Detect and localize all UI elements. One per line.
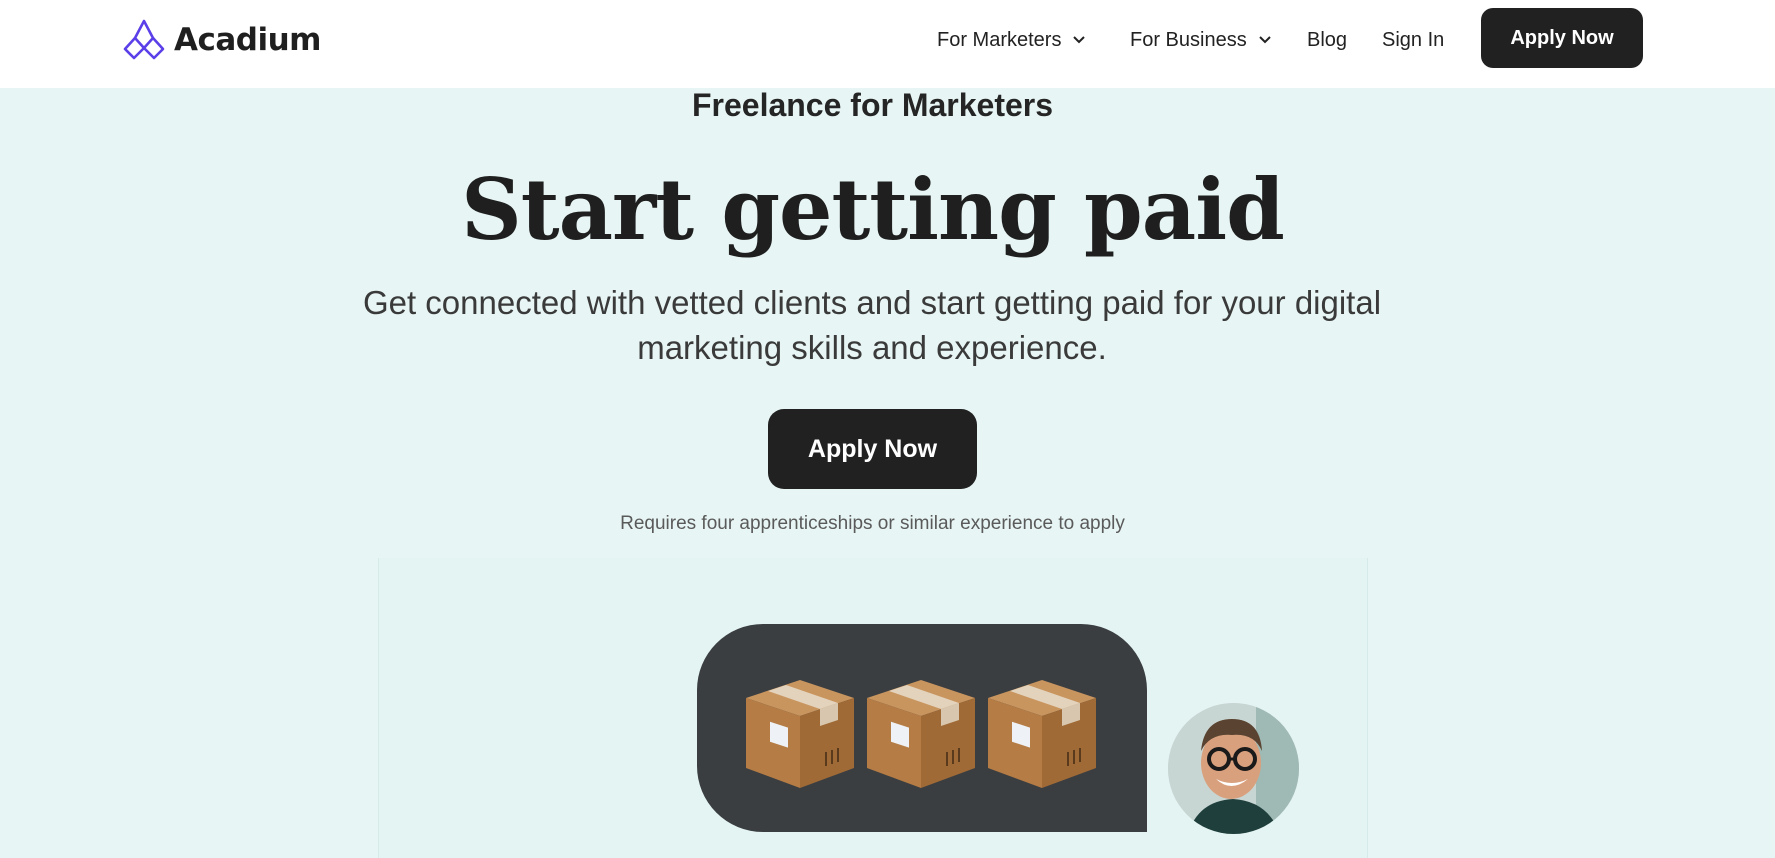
hero-subheadline-line2: marketing skills and experience. xyxy=(637,329,1107,366)
sign-in-link[interactable]: Sign In xyxy=(1382,22,1444,58)
nav-for-business-label: For Business xyxy=(1130,28,1247,51)
hero-headline: Start getting paid xyxy=(461,160,1285,259)
apply-requirement-note: Requires four apprenticeships or similar… xyxy=(620,513,1125,534)
package-icon xyxy=(988,680,1096,788)
hero-subheadline-line1: Get connected with vetted clients and st… xyxy=(362,284,1382,321)
nav-for-business[interactable]: For Business xyxy=(1130,22,1271,58)
hero-eyebrow: Freelance for Marketers xyxy=(691,87,1054,123)
acadium-logo-icon xyxy=(123,19,165,60)
acadium-logo[interactable]: Acadium xyxy=(122,18,321,62)
chevron-down-icon xyxy=(1259,36,1271,44)
hero-subheadline: Get connected with vetted clients and st… xyxy=(290,280,1454,370)
brand-name: Acadium xyxy=(174,22,321,58)
nav-blog-link[interactable]: Blog xyxy=(1307,22,1347,58)
person-photo xyxy=(1168,703,1299,834)
apply-now-hero-button[interactable]: Apply Now xyxy=(768,409,977,489)
nav-for-marketers[interactable]: For Marketers xyxy=(937,22,1086,58)
nav-for-marketers-label: For Marketers xyxy=(937,28,1062,51)
top-navigation: Acadium For Marketers For Business Blog … xyxy=(0,0,1775,88)
apply-now-header-button[interactable]: Apply Now xyxy=(1481,8,1643,68)
package-icon xyxy=(746,680,854,788)
user-avatar xyxy=(1168,703,1299,834)
package-icon xyxy=(867,680,975,788)
chevron-down-icon xyxy=(1073,36,1086,44)
